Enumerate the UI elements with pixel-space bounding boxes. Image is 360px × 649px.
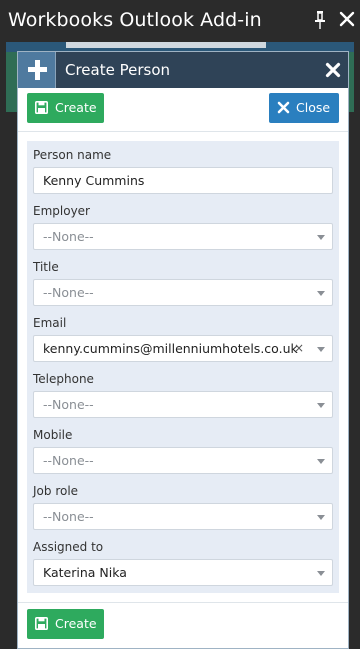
employer-select[interactable]: --None-- — [33, 223, 333, 250]
assigned-to-select[interactable]: Katerina Nika — [33, 559, 333, 586]
pin-icon[interactable] — [312, 10, 328, 30]
field-label-person-name: Person name — [33, 148, 112, 162]
chevron-down-icon — [317, 515, 325, 520]
email-select[interactable]: kenny.cummins@millenniumhotels.co.uk × — [33, 335, 333, 362]
field-label-assigned-to: Assigned to — [33, 540, 104, 554]
employer-value: --None-- — [43, 229, 94, 244]
background-header-bar — [66, 42, 266, 48]
person-name-input[interactable]: Kenny Cummins — [33, 167, 333, 194]
create-person-dialog: Create Person Create Close Person name K… — [17, 51, 349, 649]
mobile-select[interactable]: --None-- — [33, 447, 333, 474]
save-icon — [35, 617, 48, 630]
telephone-value: --None-- — [43, 397, 94, 412]
close-button-label: Close — [296, 100, 331, 115]
create-button-label: Create — [55, 100, 97, 115]
telephone-select[interactable]: --None-- — [33, 391, 333, 418]
chevron-down-icon — [317, 459, 325, 464]
dialog-header: Create Person — [18, 52, 348, 88]
assigned-to-value: Katerina Nika — [43, 565, 127, 580]
background-side-strip-right — [349, 52, 354, 112]
chevron-down-icon — [317, 291, 325, 296]
dialog-title: Create Person — [65, 61, 171, 79]
title-select[interactable]: --None-- — [33, 279, 333, 306]
save-icon — [35, 101, 48, 114]
field-label-title: Title — [33, 260, 59, 274]
field-label-employer: Employer — [33, 204, 90, 218]
footer-create-button[interactable]: Create — [27, 609, 104, 639]
field-label-email: Email — [33, 316, 67, 330]
field-label-job-role: Job role — [33, 484, 79, 498]
close-button[interactable]: Close — [269, 93, 339, 123]
pane-header: Workbooks Outlook Add-in — [0, 0, 360, 42]
chevron-down-icon — [317, 347, 325, 352]
job-role-value: --None-- — [43, 509, 94, 524]
footer-divider — [18, 602, 348, 603]
toolbar-divider — [18, 131, 348, 132]
email-value: kenny.cummins@millenniumhotels.co.uk — [43, 341, 298, 356]
chevron-down-icon — [317, 235, 325, 240]
plus-icon — [18, 52, 56, 88]
pane-title: Workbooks Outlook Add-in — [8, 9, 262, 31]
job-role-select[interactable]: --None-- — [33, 503, 333, 530]
create-button[interactable]: Create — [27, 93, 104, 123]
close-x-icon[interactable] — [325, 62, 341, 78]
chevron-down-icon — [317, 403, 325, 408]
close-icon[interactable] — [338, 10, 356, 28]
chevron-down-icon — [317, 571, 325, 576]
title-value: --None-- — [43, 285, 94, 300]
person-form: Person name Kenny Cummins Employer --Non… — [27, 141, 339, 593]
clear-selection-icon[interactable]: × — [294, 341, 304, 355]
times-icon — [277, 101, 290, 114]
mobile-value: --None-- — [43, 453, 94, 468]
field-label-mobile: Mobile — [33, 428, 73, 442]
field-label-telephone: Telephone — [33, 372, 94, 386]
footer-create-button-label: Create — [55, 616, 97, 631]
person-name-value: Kenny Cummins — [43, 173, 145, 188]
